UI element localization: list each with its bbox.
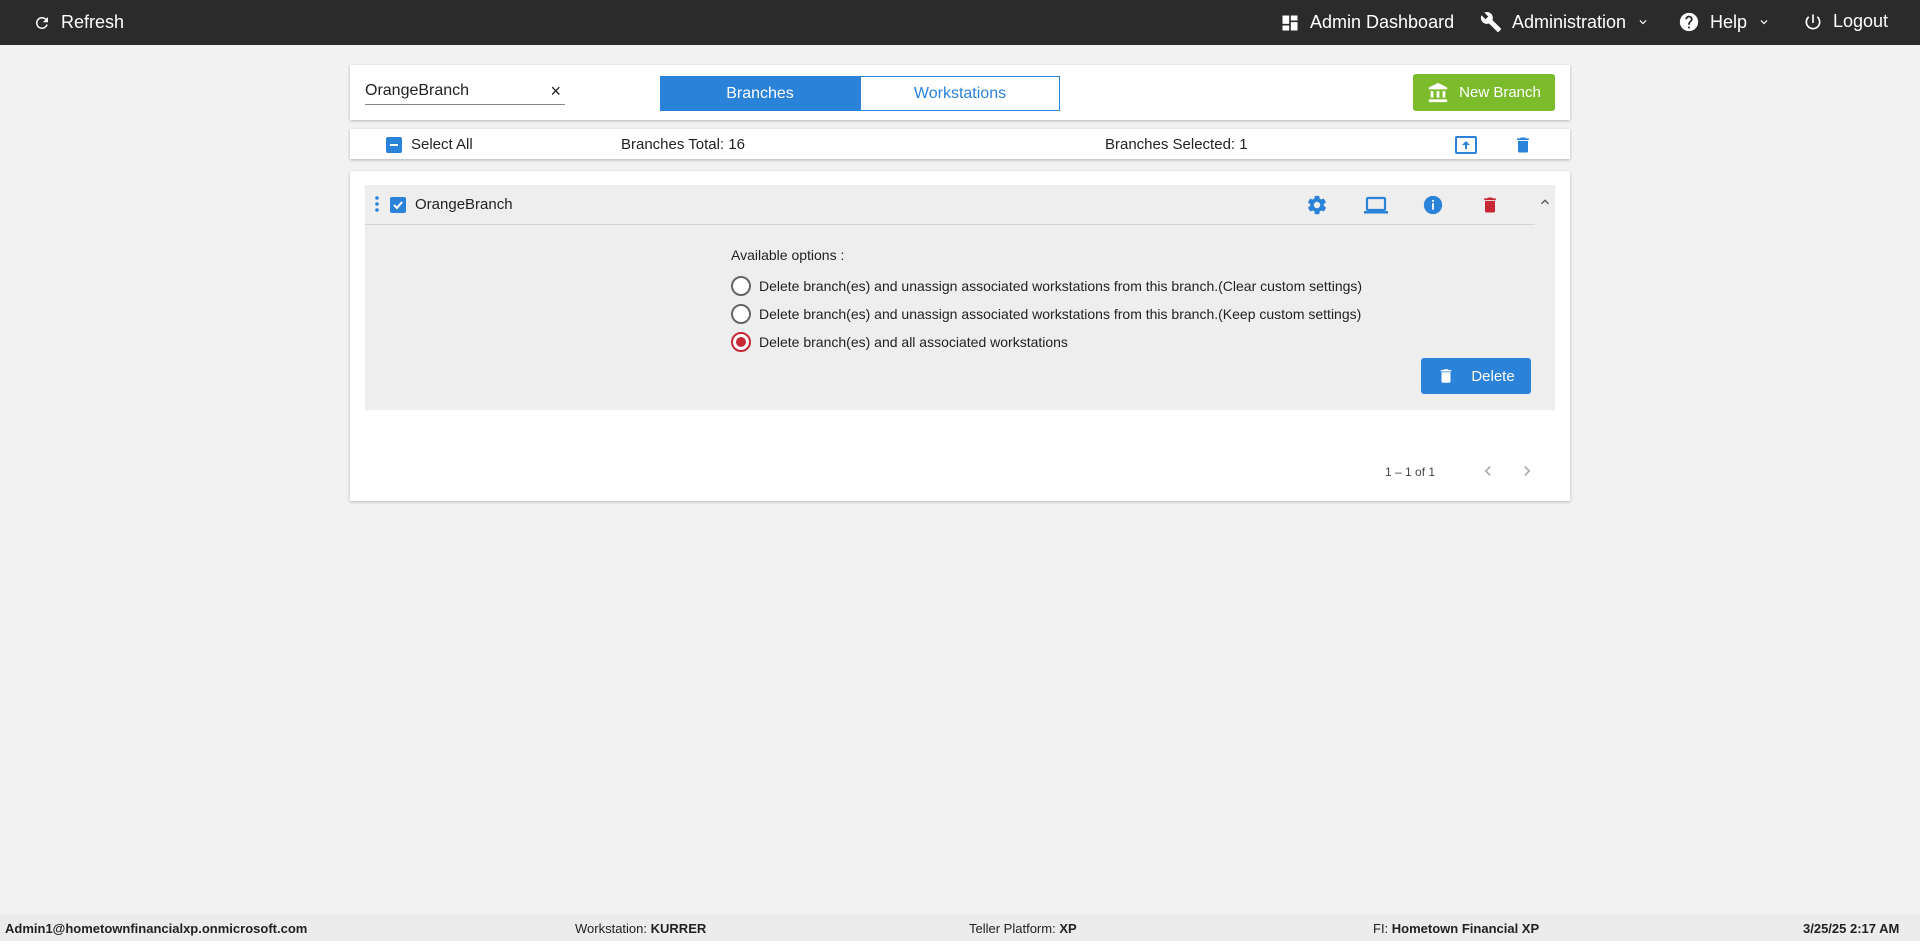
- option-label: Delete branch(es) and unassign associate…: [759, 306, 1362, 322]
- select-all-label: Select All: [411, 136, 473, 153]
- radio-clear-custom-settings[interactable]: [731, 276, 751, 296]
- branch-checkbox[interactable]: [390, 197, 406, 213]
- search-input[interactable]: [365, 79, 535, 103]
- help-label: Help: [1710, 11, 1748, 32]
- option-delete-all-workstations[interactable]: Delete branch(es) and all associated wor…: [731, 328, 1362, 356]
- info-icon[interactable]: [1422, 194, 1444, 216]
- dashboard-icon: [1282, 15, 1298, 30]
- footer-platform: Teller Platform: XP: [969, 921, 1077, 936]
- admin-dashboard-label: Admin Dashboard: [1310, 12, 1455, 32]
- logout-label: Logout: [1833, 11, 1889, 31]
- power-icon: [1805, 14, 1821, 29]
- pagination-range: 1 – 1 of 1: [1385, 465, 1436, 479]
- settings-icon[interactable]: [1306, 194, 1328, 216]
- delete-selected-icon[interactable]: [1513, 134, 1533, 156]
- chevron-down-icon: [1639, 20, 1647, 25]
- drag-handle-icon[interactable]: [375, 196, 379, 212]
- option-keep-custom-settings[interactable]: Delete branch(es) and unassign associate…: [731, 300, 1362, 328]
- branch-item-expanded: OrangeBranch Available options : Delete …: [365, 185, 1555, 410]
- branch-name: OrangeBranch: [415, 196, 513, 213]
- indeterminate-checkbox-icon: [386, 136, 402, 153]
- options-title: Available options :: [731, 247, 845, 263]
- branches-selected: Branches Selected: 1: [1105, 136, 1248, 153]
- footer-fi: FI: Hometown Financial XP: [1373, 921, 1540, 936]
- refresh-icon: [35, 16, 48, 29]
- selection-bar: Select All Branches Total: 16 Branches S…: [350, 129, 1570, 159]
- option-clear-custom-settings[interactable]: Delete branch(es) and unassign associate…: [731, 272, 1362, 300]
- footer-workstation: Workstation: KURRER: [575, 921, 707, 936]
- administration-menu[interactable]: Administration: [1480, 11, 1650, 33]
- select-all-checkbox[interactable]: Select All: [386, 136, 473, 153]
- chevron-up-icon[interactable]: [1537, 194, 1553, 210]
- chevron-down-icon: [1760, 20, 1768, 25]
- refresh-button[interactable]: Refresh: [33, 12, 124, 33]
- clear-search-icon[interactable]: ×: [550, 81, 561, 101]
- admin-dashboard-link[interactable]: Admin Dashboard: [1280, 12, 1454, 33]
- delete-options: Available options : Delete branch(es) an…: [731, 247, 1362, 356]
- delete-branch-icon[interactable]: [1480, 194, 1500, 216]
- wrench-icon: [1480, 12, 1502, 33]
- option-label: Delete branch(es) and unassign associate…: [759, 278, 1363, 294]
- tab-branches[interactable]: Branches: [660, 76, 860, 111]
- view-toggle: Branches Workstations: [660, 76, 1060, 111]
- delete-button[interactable]: Delete: [1421, 358, 1531, 394]
- footer-user: Admin1@hometownfinancialxp.onmicrosoft.c…: [5, 921, 308, 936]
- upload-icon[interactable]: [1454, 134, 1478, 156]
- status-bar: Admin1@hometownfinancialxp.onmicrosoft.c…: [0, 914, 1920, 941]
- search-field: ×: [365, 79, 565, 105]
- help-icon: [1679, 12, 1699, 32]
- new-branch-button[interactable]: New Branch: [1413, 74, 1555, 111]
- branch-toolbar: × Branches Workstations New Branch: [350, 65, 1570, 120]
- laptop-icon[interactable]: [1363, 194, 1389, 216]
- new-branch-label: New Branch: [1459, 84, 1541, 101]
- refresh-label: Refresh: [61, 12, 125, 32]
- branch-item-header: OrangeBranch: [365, 185, 1535, 225]
- administration-label: Administration: [1512, 11, 1627, 32]
- branch-list: OrangeBranch Available options : Delete …: [350, 171, 1570, 501]
- previous-page-icon[interactable]: [1478, 461, 1498, 481]
- option-label: Delete branch(es) and all associated wor…: [759, 334, 1068, 350]
- help-menu[interactable]: Help: [1678, 11, 1771, 33]
- logout-button[interactable]: Logout: [1803, 11, 1888, 32]
- footer-datetime: 3/25/25 2:17 AM: [1803, 921, 1900, 936]
- trash-icon: [1441, 369, 1452, 383]
- next-page-icon[interactable]: [1517, 461, 1537, 481]
- delete-label: Delete: [1471, 367, 1515, 385]
- radio-keep-custom-settings[interactable]: [731, 304, 751, 324]
- bank-icon: [1428, 82, 1448, 102]
- branches-total: Branches Total: 16: [621, 136, 745, 153]
- tab-workstations[interactable]: Workstations: [860, 76, 1060, 111]
- radio-delete-all-workstations[interactable]: [731, 332, 751, 352]
- top-navigation-bar: Refresh Admin Dashboard Administration H…: [0, 0, 1920, 45]
